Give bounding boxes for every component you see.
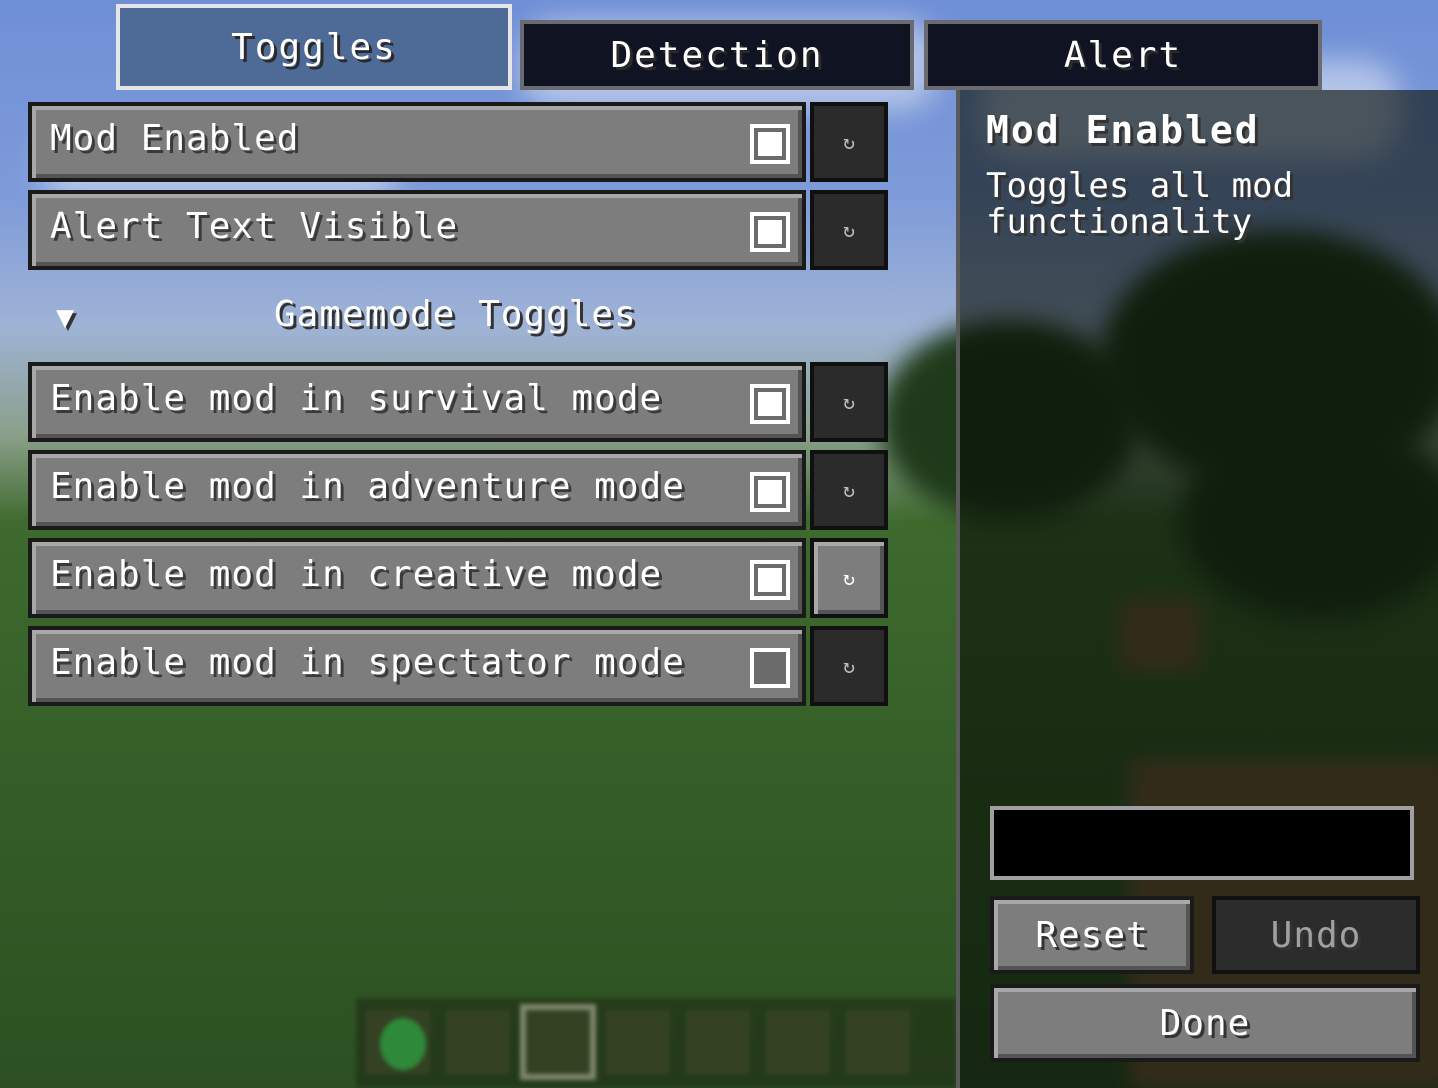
survival-mode-toggle-button[interactable]: Enable mod in survival mode [28, 362, 806, 442]
undo-button[interactable]: Undo [1212, 896, 1420, 974]
option-row-survival: Enable mod in survival mode ↻ [28, 362, 888, 442]
mod-enabled-reset-button[interactable]: ↻ [810, 102, 888, 182]
tab-detection[interactable]: Detection [520, 20, 914, 90]
mod-enabled-toggle-button[interactable]: Mod Enabled [28, 102, 806, 182]
value-preview-box [990, 806, 1414, 880]
tab-toggles-label: Toggles [231, 26, 397, 68]
tab-alert[interactable]: Alert [924, 20, 1322, 90]
option-row-alert-text-visible: Alert Text Visible ↻ [28, 190, 888, 270]
spectator-mode-reset-button[interactable]: ↻ [810, 626, 888, 706]
option-label: Enable mod in survival mode [50, 378, 663, 419]
alert-text-visible-checkbox[interactable] [750, 212, 790, 252]
option-row-mod-enabled: Mod Enabled ↻ [28, 102, 888, 182]
reset-icon: ↻ [842, 390, 856, 414]
alert-text-visible-reset-button[interactable]: ↻ [810, 190, 888, 270]
option-label: Enable mod in creative mode [50, 554, 663, 595]
spectator-mode-toggle-button[interactable]: Enable mod in spectator mode [28, 626, 806, 706]
option-info-panel: Mod Enabled Toggles all mod functionalit… [956, 90, 1438, 1088]
reset-icon: ↻ [842, 130, 856, 154]
info-title: Mod Enabled [986, 108, 1260, 152]
adventure-mode-reset-button[interactable]: ↻ [810, 450, 888, 530]
tab-alert-label: Alert [1063, 34, 1183, 76]
creative-mode-toggle-button[interactable]: Enable mod in creative mode [28, 538, 806, 618]
mod-enabled-checkbox[interactable] [750, 124, 790, 164]
gamemode-toggles-section-header[interactable]: ▼ Gamemode Toggles [0, 290, 956, 346]
reset-button[interactable]: Reset [990, 896, 1194, 974]
checkbox-check-mark [758, 480, 782, 504]
adventure-mode-checkbox[interactable] [750, 472, 790, 512]
checkbox-check-mark [758, 568, 782, 592]
creative-mode-reset-button[interactable]: ↻ [810, 538, 888, 618]
section-title: Gamemode Toggles [274, 294, 637, 335]
creative-mode-checkbox[interactable] [750, 560, 790, 600]
checkbox-check-mark [758, 132, 782, 156]
reset-icon: ↻ [842, 566, 856, 590]
reset-icon: ↻ [842, 478, 856, 502]
reset-icon: ↻ [842, 654, 856, 678]
checkbox-check-mark [758, 220, 782, 244]
option-label: Mod Enabled [50, 118, 300, 159]
spectator-mode-checkbox[interactable] [750, 648, 790, 688]
option-label: Enable mod in adventure mode [50, 466, 685, 507]
checkbox-check-mark [758, 392, 782, 416]
option-label: Alert Text Visible [50, 206, 459, 247]
adventure-mode-toggle-button[interactable]: Enable mod in adventure mode [28, 450, 806, 530]
tab-detection-label: Detection [610, 34, 824, 76]
tab-toggles[interactable]: Toggles [116, 4, 512, 90]
option-label: Enable mod in spectator mode [50, 642, 685, 683]
option-row-creative: Enable mod in creative mode ↻ [28, 538, 888, 618]
alert-text-visible-toggle-button[interactable]: Alert Text Visible [28, 190, 806, 270]
collapse-arrow-icon[interactable]: ▼ [56, 300, 74, 335]
reset-icon: ↻ [842, 218, 856, 242]
option-row-spectator: Enable mod in spectator mode ↻ [28, 626, 888, 706]
done-button[interactable]: Done [990, 984, 1420, 1062]
survival-mode-reset-button[interactable]: ↻ [810, 362, 888, 442]
info-description: Toggles all mod functionality [986, 166, 1294, 242]
survival-mode-checkbox[interactable] [750, 384, 790, 424]
options-list: Mod Enabled ↻ Alert Text Visible ↻ ▼ Gam… [0, 90, 956, 1088]
option-row-adventure: Enable mod in adventure mode ↻ [28, 450, 888, 530]
